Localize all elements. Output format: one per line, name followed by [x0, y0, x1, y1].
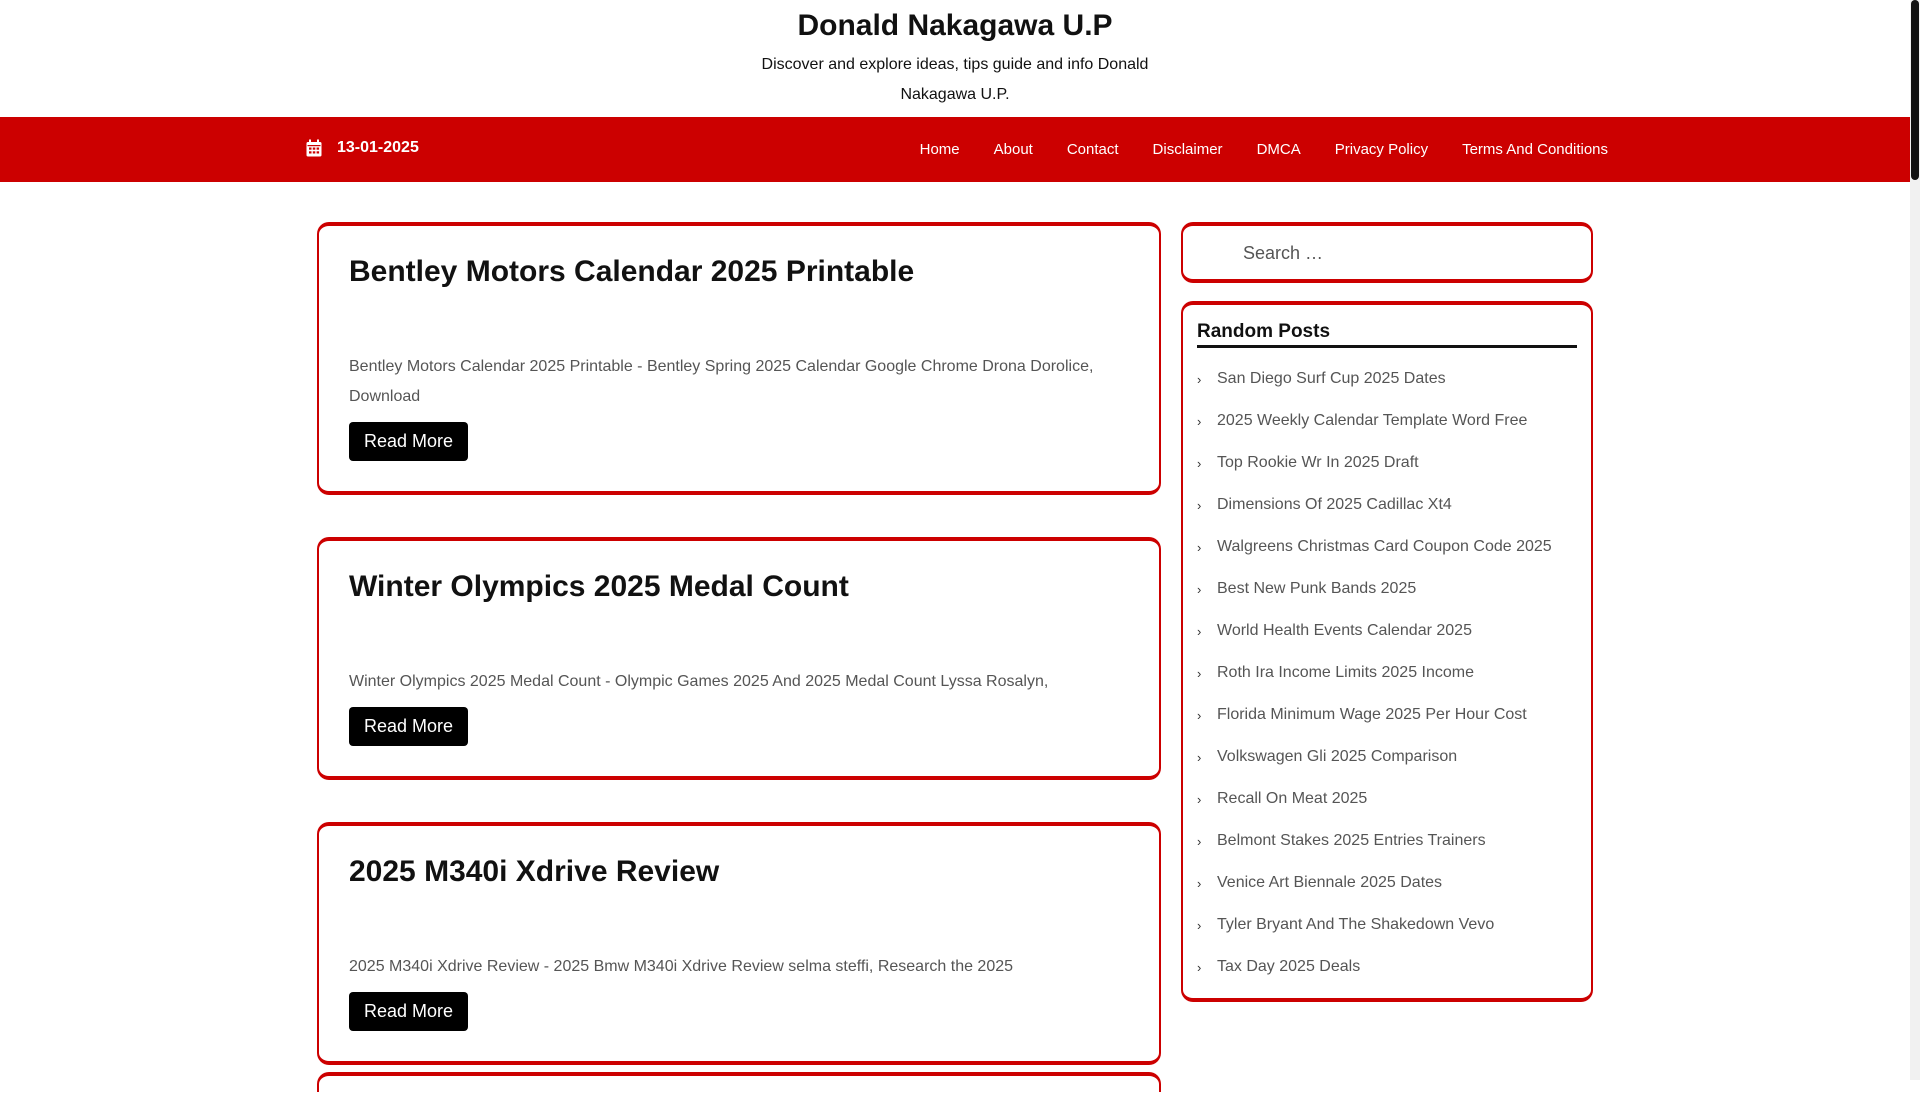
article-title[interactable]: Winter Olympics 2025 Medal Count	[349, 569, 1129, 605]
chevron-right-icon: ›	[1197, 749, 1202, 765]
nav-terms-and-conditions[interactable]: Terms And Conditions	[1462, 141, 1608, 158]
post-link[interactable]: Top Rookie Wr In 2025 Draft	[1217, 454, 1419, 472]
scrollbar-track[interactable]	[1910, 0, 1920, 1080]
list-item[interactable]: › Volkswagen Gli 2025 Comparison	[1197, 736, 1577, 778]
post-link[interactable]: Tyler Bryant And The Shakedown Vevo	[1217, 916, 1494, 934]
article-card: Bentley Motors Calendar 2025 Printable B…	[317, 222, 1161, 495]
chevron-right-icon: ›	[1197, 455, 1202, 471]
post-link[interactable]: 2025 Weekly Calendar Template Word Free	[1217, 412, 1527, 430]
post-link[interactable]: Walgreens Christmas Card Coupon Code 202…	[1217, 538, 1552, 556]
post-link[interactable]: World Health Events Calendar 2025	[1217, 622, 1472, 640]
post-link[interactable]: Best New Punk Bands 2025	[1217, 580, 1416, 598]
chevron-right-icon: ›	[1197, 497, 1202, 513]
chevron-right-icon: ›	[1197, 413, 1202, 429]
sidebar: Random Posts › San Diego Surf Cup 2025 Da…	[1181, 222, 1593, 1002]
post-link[interactable]: Tax Day 2025 Deals	[1217, 958, 1360, 976]
post-link[interactable]: San Diego Surf Cup 2025 Dates	[1217, 370, 1446, 388]
chevron-right-icon: ›	[1197, 833, 1202, 849]
list-item[interactable]: › 2025 Weekly Calendar Template Word Free	[1197, 400, 1577, 442]
list-item[interactable]: › World Health Events Calendar 2025	[1197, 610, 1577, 652]
article-card-partial	[317, 1072, 1161, 1092]
chevron-right-icon: ›	[1197, 665, 1202, 681]
list-item[interactable]: › Recall On Meat 2025	[1197, 778, 1577, 820]
nav-about[interactable]: About	[994, 141, 1033, 158]
list-item[interactable]: › Dimensions Of 2025 Cadillac Xt4	[1197, 484, 1577, 526]
post-link[interactable]: Florida Minimum Wage 2025 Per Hour Cost	[1217, 706, 1527, 724]
nav-disclaimer[interactable]: Disclaimer	[1153, 141, 1223, 158]
list-item[interactable]: › Tax Day 2025 Deals	[1197, 946, 1577, 988]
chevron-right-icon: ›	[1197, 623, 1202, 639]
search-widget	[1181, 222, 1593, 283]
article-list: Bentley Motors Calendar 2025 Printable B…	[317, 222, 1161, 1107]
date-text: 13-01-2025	[337, 139, 419, 156]
post-link[interactable]: Dimensions Of 2025 Cadillac Xt4	[1217, 496, 1452, 514]
nav-privacy-policy[interactable]: Privacy Policy	[1335, 141, 1428, 158]
read-more-button[interactable]: Read More	[349, 992, 469, 1031]
article-excerpt: Winter Olympics 2025 Medal Count - Olymp…	[349, 673, 1049, 690]
random-posts-widget: Random Posts › San Diego Surf Cup 2025 Da…	[1181, 301, 1593, 1002]
read-more-button[interactable]: Read More	[349, 707, 469, 746]
chevron-right-icon: ›	[1197, 581, 1202, 597]
scrollbar-thumb[interactable]	[1911, 0, 1919, 180]
article-excerpt: Bentley Motors Calendar 2025 Printable -…	[349, 358, 1094, 405]
nav-menu: Home About Contact Disclaimer DMCA Priva…	[886, 117, 1608, 182]
post-link[interactable]: Venice Art Biennale 2025 Dates	[1217, 874, 1442, 892]
list-item[interactable]: › Tyler Bryant And The Shakedown Vevo	[1197, 904, 1577, 946]
search-input[interactable]	[1241, 238, 1571, 268]
list-item[interactable]: › Venice Art Biennale 2025 Dates	[1197, 862, 1577, 904]
post-link[interactable]: Belmont Stakes 2025 Entries Trainers	[1217, 832, 1486, 850]
post-link[interactable]: Recall On Meat 2025	[1217, 790, 1367, 808]
chevron-right-icon: ›	[1197, 875, 1202, 891]
nav-dmca[interactable]: DMCA	[1257, 141, 1301, 158]
list-item[interactable]: › Walgreens Christmas Card Coupon Code 20…	[1197, 526, 1577, 568]
header-date: 13-01-2025	[306, 139, 419, 157]
chevron-right-icon: ›	[1197, 539, 1202, 555]
read-more-button[interactable]: Read More	[349, 422, 469, 461]
site-tagline: Discover and explore ideas, tips guide a…	[761, 56, 1149, 103]
list-item[interactable]: › Florida Minimum Wage 2025 Per Hour Cost	[1197, 694, 1577, 736]
list-item[interactable]: › Best New Punk Bands 2025	[1197, 568, 1577, 610]
list-item[interactable]: › San Diego Surf Cup 2025 Dates	[1197, 358, 1577, 400]
post-link[interactable]: Volkswagen Gli 2025 Comparison	[1217, 748, 1457, 766]
list-item[interactable]: › Top Rookie Wr In 2025 Draft	[1197, 442, 1577, 484]
nav-home[interactable]: Home	[920, 141, 960, 158]
random-posts-list: › San Diego Surf Cup 2025 Dates › 2025 Wee…	[1197, 358, 1577, 988]
chevron-right-icon: ›	[1197, 791, 1202, 807]
nav-contact[interactable]: Contact	[1067, 141, 1119, 158]
article-title[interactable]: Bentley Motors Calendar 2025 Printable	[349, 254, 1129, 290]
article-title[interactable]: 2025 M340i Xdrive Review	[349, 854, 1129, 890]
list-item[interactable]: › Roth Ira Income Limits 2025 Income	[1197, 652, 1577, 694]
list-item[interactable]: › Belmont Stakes 2025 Entries Trainers	[1197, 820, 1577, 862]
article-excerpt: 2025 M340i Xdrive Review - 2025 Bmw M340…	[349, 958, 1014, 975]
chevron-right-icon: ›	[1197, 371, 1202, 387]
article-card: Winter Olympics 2025 Medal Count Winter …	[317, 537, 1161, 780]
calendar-icon	[306, 139, 322, 157]
chevron-right-icon: ›	[1197, 917, 1202, 933]
widget-title: Random Posts	[1197, 321, 1577, 348]
site-header: Donald Nakagawa U.P Discover and explore…	[0, 0, 1910, 117]
chevron-right-icon: ›	[1197, 707, 1202, 723]
site-title[interactable]: Donald Nakagawa U.P	[0, 8, 1910, 44]
post-link[interactable]: Roth Ira Income Limits 2025 Income	[1217, 664, 1474, 682]
main-navbar: 13-01-2025 Home About Contact Disclaimer…	[0, 117, 1910, 182]
article-card: 2025 M340i Xdrive Review 2025 M340i Xdri…	[317, 822, 1161, 1065]
chevron-right-icon: ›	[1197, 959, 1202, 975]
